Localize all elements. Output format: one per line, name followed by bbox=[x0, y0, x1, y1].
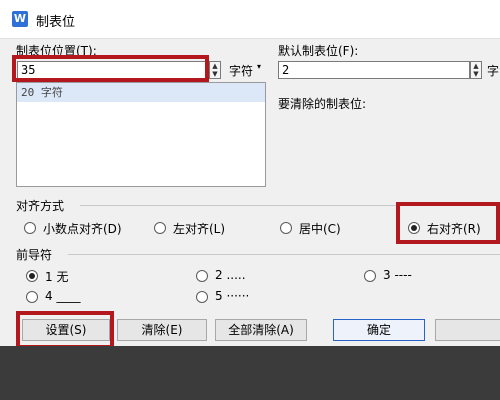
leader-underline-radio[interactable] bbox=[26, 291, 38, 303]
default-tab-input[interactable]: 2 bbox=[278, 61, 470, 79]
leader-none-radio[interactable] bbox=[26, 270, 38, 282]
tab-position-spin[interactable]: ▲ ▼ bbox=[209, 61, 221, 79]
clear-tabs-label: 要清除的制表位: bbox=[278, 97, 367, 111]
ok-button[interactable]: 确定 bbox=[333, 319, 425, 341]
tab-position-input[interactable]: 35 bbox=[17, 61, 209, 79]
align-left-radio[interactable] bbox=[154, 222, 166, 234]
align-center-label[interactable]: 居中(C) bbox=[299, 220, 341, 237]
alignment-divider bbox=[80, 205, 500, 206]
leader-none-label[interactable]: 1 无 bbox=[45, 268, 68, 285]
tab-position-label: 制表位位置(T): bbox=[16, 44, 97, 58]
align-decimal-radio[interactable] bbox=[24, 222, 36, 234]
leader-divider bbox=[68, 254, 500, 255]
leader-dashes-radio[interactable] bbox=[364, 270, 376, 282]
alignment-group-label: 对齐方式 bbox=[16, 199, 65, 213]
leader-dashes-label[interactable]: 3 ---- bbox=[383, 268, 412, 282]
align-right-label[interactable]: 右对齐(R) bbox=[427, 220, 481, 237]
tab-position-unit[interactable]: 字符 bbox=[229, 62, 253, 79]
default-tab-unit[interactable]: 字 bbox=[487, 62, 499, 79]
align-right-radio[interactable] bbox=[408, 222, 420, 234]
leader-middot-label[interactable]: 5 ······ bbox=[215, 289, 249, 303]
dialog-title: 制表位 bbox=[36, 15, 76, 30]
chevron-down-icon[interactable]: ▾ bbox=[257, 62, 261, 71]
clear-button[interactable]: 清除(E) bbox=[117, 319, 207, 341]
align-left-label[interactable]: 左对齐(L) bbox=[173, 220, 225, 237]
tab-stops-dialog: W 制表位 制表位位置(T): 35 ▲ ▼ 字符 ▾ 20 字符 默认制表位(F… bbox=[0, 0, 500, 346]
leader-group-label: 前导符 bbox=[16, 248, 53, 262]
wps-writer-icon: W bbox=[12, 11, 28, 27]
align-center-radio[interactable] bbox=[280, 222, 292, 234]
leader-underline-label[interactable]: 4 ____ bbox=[45, 289, 80, 303]
tab-position-list[interactable]: 20 字符 bbox=[16, 82, 266, 187]
title-bar: W 制表位 bbox=[0, 0, 500, 39]
default-tab-spin[interactable]: ▲ ▼ bbox=[470, 61, 482, 79]
clear-all-button[interactable]: 全部清除(A) bbox=[215, 319, 307, 341]
align-decimal-label[interactable]: 小数点对齐(D) bbox=[43, 220, 122, 237]
cancel-button-partial[interactable] bbox=[435, 319, 500, 341]
leader-dots-radio[interactable] bbox=[196, 270, 208, 282]
set-button[interactable]: 设置(S) bbox=[22, 319, 110, 341]
leader-middot-radio[interactable] bbox=[196, 291, 208, 303]
default-tab-label: 默认制表位(F): bbox=[278, 44, 359, 58]
leader-dots-label[interactable]: 2 ..... bbox=[215, 268, 246, 282]
ok-button-label: 确定 bbox=[366, 323, 391, 337]
list-item[interactable]: 20 字符 bbox=[17, 83, 265, 102]
